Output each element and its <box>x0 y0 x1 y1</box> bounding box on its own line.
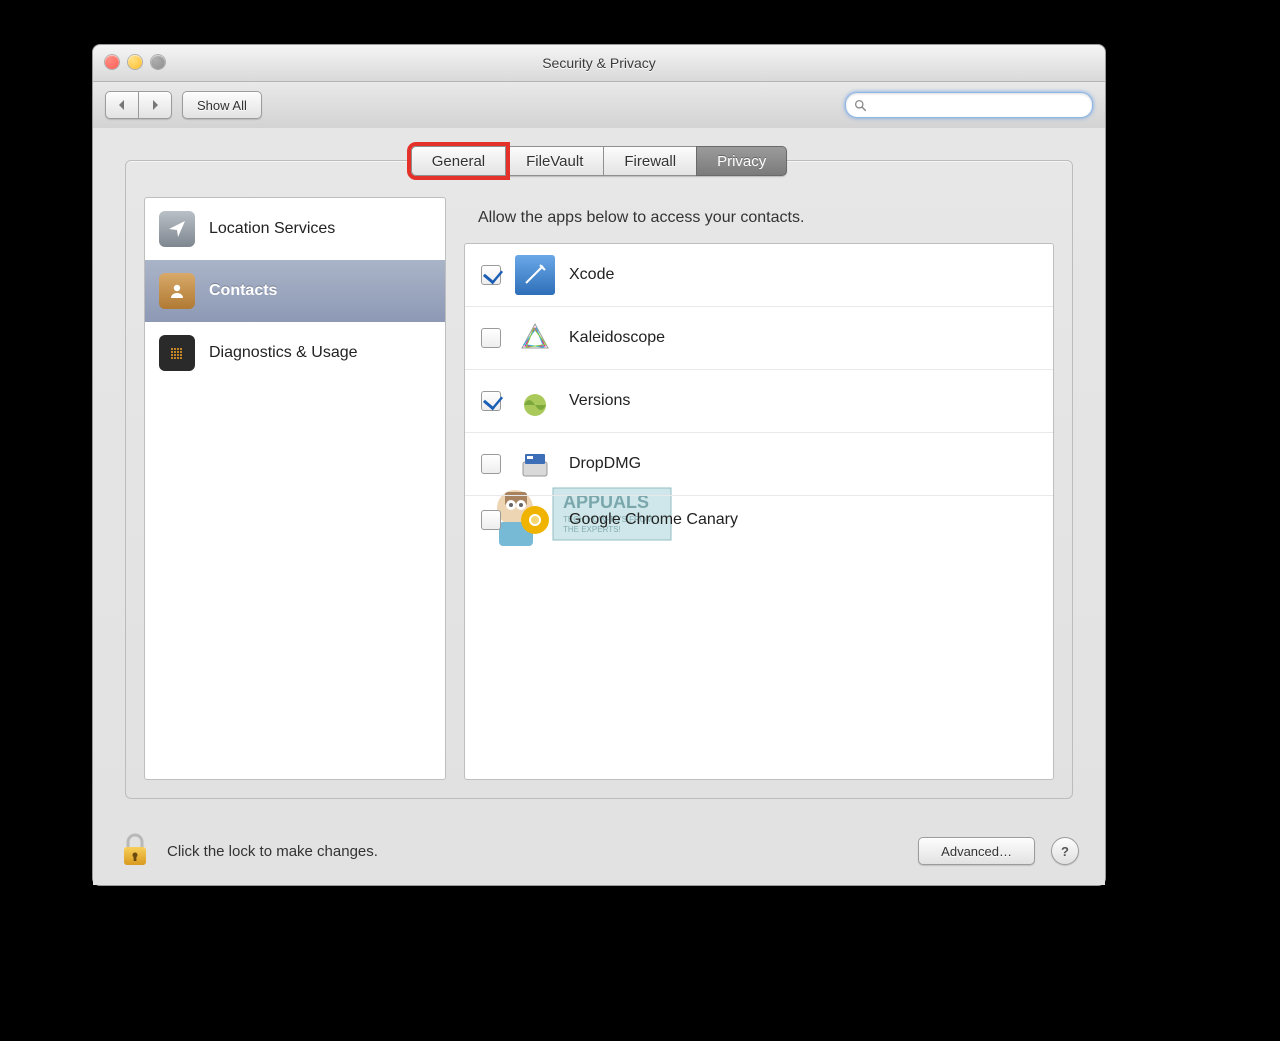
forward-button[interactable] <box>139 91 172 119</box>
tab-label: FileVault <box>526 153 583 170</box>
app-name: Kaleidoscope <box>569 329 665 347</box>
tab-general[interactable]: General <box>411 146 506 176</box>
show-all-label: Show All <box>197 98 247 113</box>
tab-bar: General FileVault Firewall Privacy <box>93 146 1105 176</box>
show-all-button[interactable]: Show All <box>182 91 262 119</box>
checkbox[interactable] <box>481 265 501 285</box>
nav-buttons <box>105 91 172 119</box>
traffic-lights <box>105 55 165 69</box>
app-row-kaleidoscope[interactable]: Kaleidoscope <box>465 307 1053 370</box>
tab-label: Privacy <box>717 153 766 170</box>
toolbar: Show All <box>93 82 1105 129</box>
sidebar-item-location[interactable]: Location Services <box>145 198 445 260</box>
tab-label: Firewall <box>624 153 676 170</box>
sidebar-item-label: Contacts <box>209 282 277 300</box>
app-name: Google Chrome Canary <box>569 511 738 529</box>
advanced-button[interactable]: Advanced… <box>918 837 1035 865</box>
sidebar-item-label: Diagnostics & Usage <box>209 344 358 362</box>
app-icon <box>515 381 555 421</box>
app-access-list[interactable]: Xcode Kaleidoscope <box>464 243 1054 780</box>
search-icon <box>854 99 867 112</box>
search-input[interactable] <box>871 97 1084 114</box>
window-body: General FileVault Firewall Privacy <box>93 128 1105 885</box>
chevron-right-icon <box>150 99 160 111</box>
privacy-category-list[interactable]: Location Services Contacts <box>144 197 446 780</box>
contacts-icon <box>159 273 195 309</box>
app-name: Xcode <box>569 266 614 284</box>
checkbox[interactable] <box>481 510 501 530</box>
content-panel: Location Services Contacts <box>125 160 1073 799</box>
zoom-window-button[interactable] <box>151 55 165 69</box>
app-icon <box>515 500 555 540</box>
window-title: Security & Privacy <box>542 55 656 71</box>
app-row-dropdmg[interactable]: DropDMG <box>465 433 1053 496</box>
sidebar-item-diagnostics[interactable]: Diagnostics & Usage <box>145 322 445 384</box>
app-icon <box>515 444 555 484</box>
tab-filevault[interactable]: FileVault <box>505 146 604 176</box>
close-window-button[interactable] <box>105 55 119 69</box>
checkbox[interactable] <box>481 328 501 348</box>
tab-firewall[interactable]: Firewall <box>603 146 697 176</box>
advanced-label: Advanced… <box>941 844 1012 859</box>
lock-icon[interactable] <box>119 831 151 872</box>
tab-label: General <box>432 153 485 170</box>
app-icon <box>515 318 555 358</box>
back-button[interactable] <box>105 91 139 119</box>
sidebar-item-label: Location Services <box>209 220 335 238</box>
sidebar-item-contacts[interactable]: Contacts <box>145 260 445 322</box>
titlebar: Security & Privacy <box>93 45 1105 82</box>
preferences-window: Security & Privacy Show All <box>92 44 1106 886</box>
app-name: DropDMG <box>569 455 641 473</box>
checkbox[interactable] <box>481 391 501 411</box>
app-row-xcode[interactable]: Xcode <box>465 244 1053 307</box>
checkbox[interactable] <box>481 454 501 474</box>
diagnostics-icon <box>159 335 195 371</box>
detail-title: Allow the apps below to access your cont… <box>478 209 1054 227</box>
app-row-chrome-canary[interactable]: Google Chrome Canary <box>465 496 1053 544</box>
minimize-window-button[interactable] <box>128 55 142 69</box>
lock-text: Click the lock to make changes. <box>167 843 378 860</box>
app-row-versions[interactable]: Versions APPUALS TECH HOW-TO'S FROM THE … <box>465 370 1053 433</box>
location-icon <box>159 211 195 247</box>
chevron-left-icon <box>117 99 127 111</box>
app-icon <box>515 255 555 295</box>
footer: Click the lock to make changes. Advanced… <box>93 817 1105 885</box>
help-button[interactable]: ? <box>1051 837 1079 865</box>
tab-privacy[interactable]: Privacy <box>696 146 787 176</box>
search-field[interactable] <box>845 92 1093 118</box>
detail-pane: Allow the apps below to access your cont… <box>464 197 1054 780</box>
app-name: Versions <box>569 392 630 410</box>
